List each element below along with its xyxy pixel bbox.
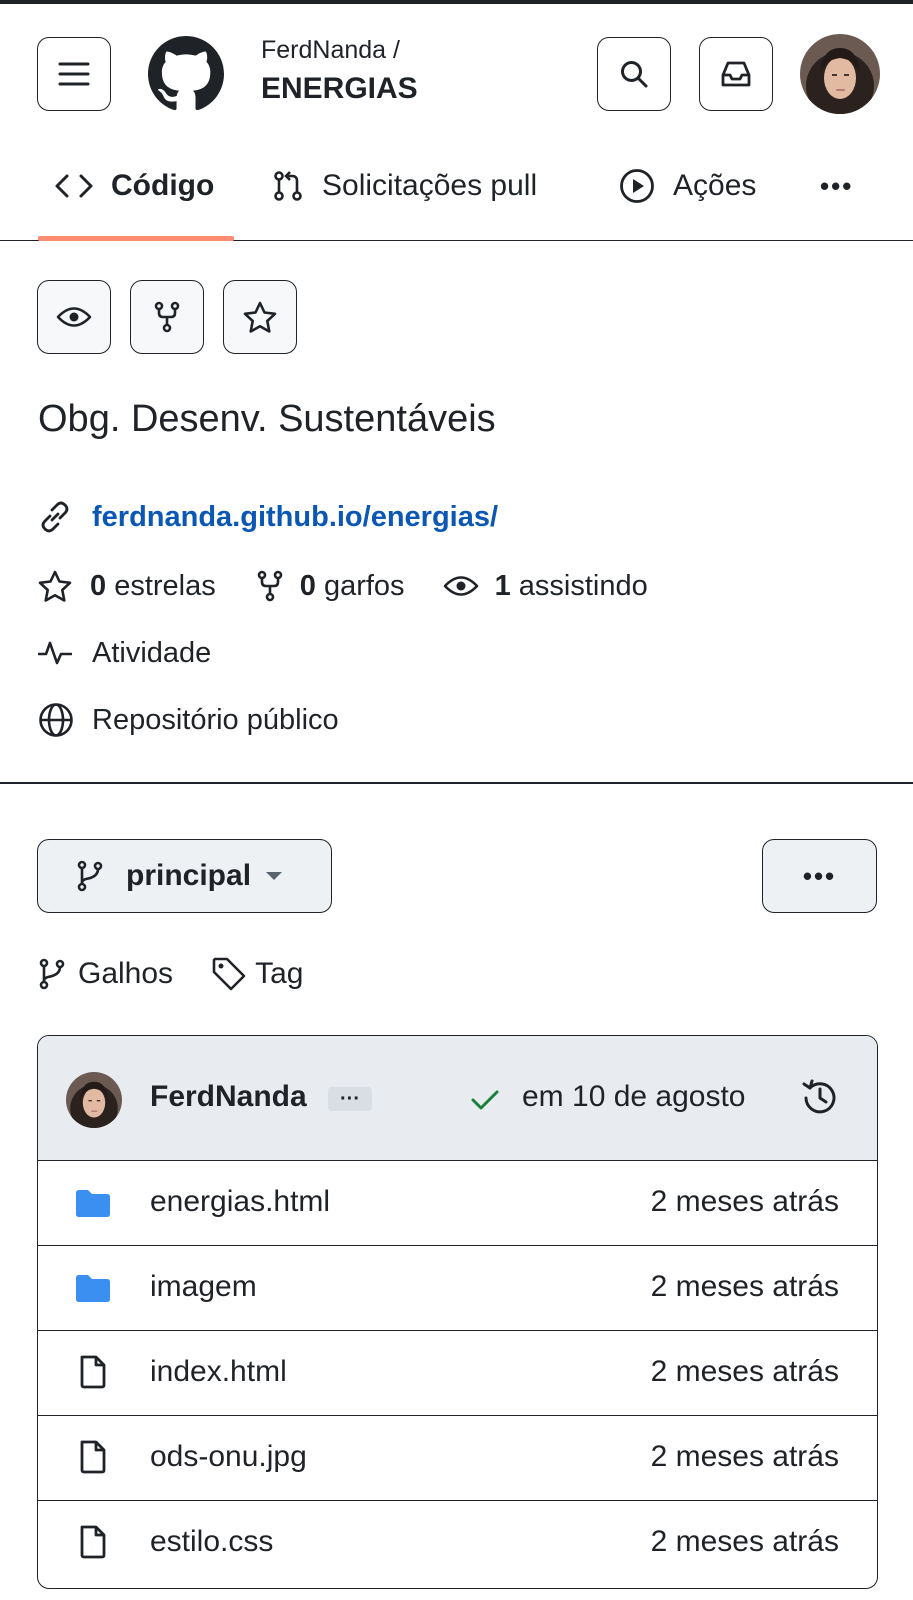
tag-icon [212, 957, 246, 991]
repo-stats-row: 0 estrelas 0 garfos 1 assistindo [38, 566, 648, 606]
section-divider [0, 782, 913, 784]
branch-icon [39, 958, 65, 990]
branches-label: Galhos [78, 957, 174, 990]
repo-name[interactable]: ENERGIAS [261, 72, 418, 106]
folder-icon [76, 1190, 110, 1217]
active-tab-indicator [38, 236, 234, 241]
file-row[interactable]: ods-onu.jpg 2 meses atrás [38, 1416, 877, 1501]
file-time: 2 meses atrás [650, 1185, 839, 1218]
file-icon [80, 1525, 106, 1559]
globe-icon [39, 703, 73, 737]
folder-icon [76, 1275, 110, 1302]
eye-icon [56, 307, 92, 327]
code-icon [55, 174, 93, 198]
file-time: 2 meses atrás [650, 1355, 839, 1388]
branch-icon [77, 860, 103, 892]
star-icon [243, 301, 277, 333]
menu-button[interactable] [37, 37, 111, 111]
repo-website-link[interactable]: ferdnanda.github.io/energias/ [92, 501, 498, 534]
star-button[interactable] [223, 280, 297, 354]
eye-icon [443, 576, 478, 596]
code-more-button[interactable]: ••• [762, 839, 877, 913]
fork-icon [154, 301, 180, 333]
activity-row[interactable]: Atividade [38, 633, 211, 673]
file-name[interactable]: estilo.css [150, 1525, 273, 1559]
watching-count: 1 [494, 569, 511, 602]
forks-count: 0 [299, 569, 316, 602]
tab-pull-requests[interactable]: Solicitações pull [272, 164, 537, 208]
branches-link[interactable]: Galhos [38, 957, 173, 991]
tab-code-label: Código [111, 169, 215, 202]
star-icon [38, 570, 72, 602]
visibility-row: Repositório público [38, 700, 339, 740]
search-button[interactable] [597, 37, 671, 111]
file-name[interactable]: imagem [150, 1270, 257, 1304]
stars-count: 0 [90, 569, 107, 602]
file-icon [80, 1440, 106, 1474]
visibility-label: Repositório público [92, 703, 339, 736]
pulse-icon [38, 641, 72, 665]
tab-actions[interactable]: Ações [619, 164, 756, 208]
forks-label: garfos [323, 569, 405, 602]
inbox-icon [721, 61, 751, 87]
file-time: 2 meses atrás [650, 1440, 839, 1473]
github-logo-icon[interactable] [148, 36, 224, 112]
user-avatar[interactable] [800, 34, 880, 114]
tab-more-button[interactable]: ••• [820, 164, 853, 208]
file-row[interactable]: energias.html 2 meses atrás [38, 1161, 877, 1246]
watch-button[interactable] [37, 280, 111, 354]
history-icon[interactable] [800, 1078, 840, 1118]
forks-stat[interactable]: 0 garfos [300, 570, 405, 603]
link-icon [41, 501, 69, 533]
fork-button[interactable] [130, 280, 204, 354]
fork-icon [257, 570, 283, 602]
tags-label: Tag [255, 957, 304, 990]
file-table: FerdNanda ··· em 10 de agosto energias.h… [37, 1035, 878, 1589]
top-border [0, 0, 913, 4]
tab-pull-requests-label: Solicitações pull [322, 169, 538, 202]
watching-label: assistindo [518, 569, 648, 602]
file-row[interactable]: estilo.css 2 meses atrás [38, 1501, 877, 1586]
repo-owner[interactable]: FerdNanda / [261, 36, 400, 65]
check-icon[interactable] [470, 1088, 500, 1112]
caret-down-icon [266, 872, 283, 880]
inbox-button[interactable] [699, 37, 773, 111]
activity-label: Atividade [92, 636, 212, 669]
file-name[interactable]: index.html [150, 1355, 287, 1389]
repo-description: Obg. Desenv. Sustentáveis [38, 398, 496, 440]
search-icon [621, 61, 648, 88]
branches-tags-row: Galhos Tag [38, 952, 303, 996]
file-row[interactable]: index.html 2 meses atrás [38, 1331, 877, 1416]
file-icon [80, 1355, 106, 1389]
branch-name: principal [126, 859, 252, 892]
latest-commit-header: FerdNanda ··· em 10 de agosto [38, 1036, 877, 1161]
repo-website-row[interactable]: ferdnanda.github.io/energias/ [38, 497, 498, 537]
pull-request-icon [274, 171, 302, 201]
commit-author-avatar[interactable] [66, 1072, 122, 1128]
tab-actions-label: Ações [673, 169, 757, 202]
stars-label: estrelas [114, 569, 216, 602]
file-name[interactable]: energias.html [150, 1185, 330, 1219]
file-row[interactable]: imagem 2 meses atrás [38, 1246, 877, 1331]
hamburger-icon [58, 62, 90, 86]
commit-message-toggle[interactable]: ··· [328, 1087, 372, 1111]
commit-date: em 10 de agosto [522, 1080, 746, 1113]
file-time: 2 meses atrás [650, 1525, 839, 1558]
file-name[interactable]: ods-onu.jpg [150, 1440, 307, 1474]
tags-link[interactable]: Tag [211, 956, 303, 992]
commit-author[interactable]: FerdNanda [150, 1080, 307, 1114]
tab-code[interactable]: Código [55, 164, 214, 208]
watching-stat[interactable]: 1 assistindo [495, 570, 648, 603]
branch-selector[interactable]: principal [37, 839, 332, 913]
more-dots-label: ••• [820, 170, 854, 201]
stars-stat[interactable]: 0 estrelas [90, 570, 216, 603]
file-time: 2 meses atrás [650, 1270, 839, 1303]
play-icon [620, 169, 654, 203]
code-more-dots: ••• [802, 860, 837, 891]
